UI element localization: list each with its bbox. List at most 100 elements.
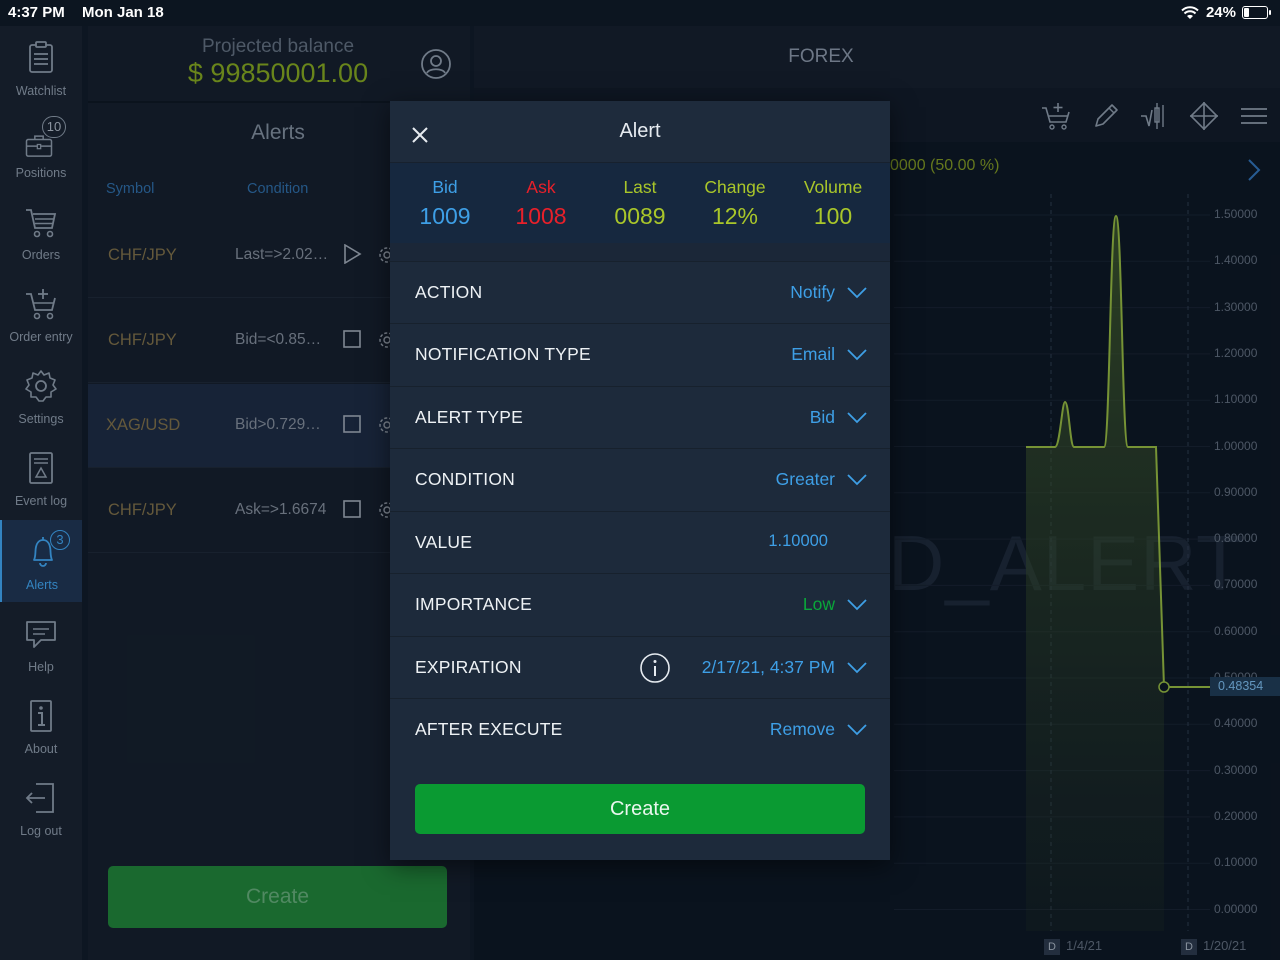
x-axis-day-box: D <box>1044 938 1060 955</box>
field-condition[interactable]: CONDITION Greater <box>390 448 890 510</box>
y-axis-tick-label: 0.10000 <box>1214 855 1258 870</box>
field-condition-label: CONDITION <box>415 469 515 489</box>
field-after-execute-label: AFTER EXECUTE <box>415 719 563 739</box>
quote-ask-value: 1008 <box>515 203 567 229</box>
y-axis-tick-label: 1.20000 <box>1214 345 1258 360</box>
quote-last-value: 0089 <box>614 203 666 229</box>
column-header-condition[interactable]: Condition <box>247 181 308 197</box>
app-root: 4:37 PM Mon Jan 18 24% Watchlist 10 Posi… <box>0 0 1280 960</box>
sidebar-label-about: About <box>24 742 58 756</box>
field-expiration-label: EXPIRATION <box>415 657 522 677</box>
field-action-label: ACTION <box>415 282 483 302</box>
sidebar-item-event-log[interactable]: Event log <box>0 436 82 518</box>
quote-change-label: Change <box>704 177 766 197</box>
field-notification-type[interactable]: NOTIFICATION TYPE Email <box>390 323 890 385</box>
y-axis-tick-label: 1.10000 <box>1214 392 1258 407</box>
field-action-value: Notify <box>790 282 835 302</box>
modal-header: Alert <box>390 101 890 163</box>
status-right: 24% <box>1180 4 1271 21</box>
sidebar-item-watchlist[interactable]: Watchlist <box>0 26 82 108</box>
field-value-label: VALUE <box>415 532 473 552</box>
sidebar-label-orders: Orders <box>21 248 61 262</box>
sidebar-label-positions: Positions <box>15 166 67 180</box>
field-expiration[interactable]: EXPIRATION 2/17/21, 4:37 PM <box>390 636 890 698</box>
field-notification-type-value: Email <box>791 344 835 364</box>
y-axis-tick-label: 1.00000 <box>1214 438 1258 453</box>
field-value-input[interactable]: 1.10000 <box>768 532 828 551</box>
sidebar-label-log-out: Log out <box>20 824 62 838</box>
status-bar: 4:37 PM Mon Jan 18 24% <box>0 0 1280 26</box>
battery-fill <box>1244 8 1249 17</box>
chevron-down-icon <box>847 724 867 736</box>
alert-condition: Bid=<0.85… <box>235 331 322 348</box>
alert-symbol: CHF/JPY <box>108 501 177 519</box>
column-header-symbol[interactable]: Symbol <box>106 181 154 197</box>
panel-create-button[interactable]: Create <box>108 866 447 928</box>
x-axis-day-box: D <box>1181 938 1197 955</box>
sidebar-item-settings[interactable]: Settings <box>0 354 82 436</box>
field-action[interactable]: ACTION Notify <box>390 261 890 323</box>
alert-condition: Bid>0.729… <box>235 416 321 433</box>
y-axis-tick-label: 1.30000 <box>1214 299 1258 314</box>
battery-percent: 24% <box>1205 4 1236 21</box>
current-price-tag: 0.48354 <box>1210 677 1280 696</box>
field-alert-type-label: ALERT TYPE <box>415 407 524 427</box>
sidebar-item-log-out[interactable]: Log out <box>0 766 82 848</box>
positions-badge: 10 <box>42 116 66 138</box>
event-log-icon <box>29 452 53 484</box>
play-icon[interactable] <box>342 244 362 264</box>
checkbox[interactable] <box>342 499 362 519</box>
sidebar-item-orders[interactable]: Orders <box>0 190 82 272</box>
alert-modal: Alert Bid 1009 Ask 1008 Last 0089 Change… <box>390 101 890 860</box>
quote-volume: Volume 100 <box>783 177 883 230</box>
quote-ask-label: Ask <box>526 177 556 197</box>
create-alert-button[interactable]: Create <box>415 784 865 834</box>
sidebar-label-alerts: Alerts <box>26 578 58 592</box>
price-area <box>1026 216 1164 931</box>
chevron-down-icon <box>847 349 867 361</box>
field-importance-value: Low <box>802 594 835 614</box>
chevron-down-icon <box>847 599 867 611</box>
y-axis-tick-label: 0.40000 <box>1214 716 1258 731</box>
gear-icon <box>25 370 57 402</box>
projected-balance-value: $ 99850001.00 <box>187 58 369 88</box>
chevron-down-icon <box>847 287 867 299</box>
y-axis-tick-label: 0.90000 <box>1214 484 1258 499</box>
sidebar-label-settings: Settings <box>18 412 64 426</box>
sidebar-item-positions[interactable]: 10 Positions <box>0 108 82 190</box>
field-value[interactable]: VALUE 1.10000 <box>390 511 890 573</box>
alert-condition: Last=>2.02… <box>235 246 329 263</box>
y-axis-tick-label: 1.50000 <box>1214 207 1258 221</box>
alert-symbol: CHF/JPY <box>108 246 177 264</box>
checkbox[interactable] <box>342 414 362 434</box>
user-profile-icon[interactable] <box>420 48 452 80</box>
field-importance[interactable]: IMPORTANCE Low <box>390 573 890 635</box>
quote-volume-value: 100 <box>813 203 853 229</box>
info-circle-icon[interactable] <box>639 652 671 684</box>
cart-icon <box>26 209 57 238</box>
x-axis-label: D 1/4/21 <box>1044 938 1102 955</box>
sidebar-item-alerts[interactable]: 3 Alerts <box>0 520 82 602</box>
alerts-badge: 3 <box>50 530 70 550</box>
quote-volume-label: Volume <box>803 177 863 197</box>
sidebar-label-help: Help <box>28 660 54 674</box>
sidebar-label-order-entry: Order entry <box>9 330 73 344</box>
sidebar-label-watchlist: Watchlist <box>15 84 67 98</box>
y-axis-tick-label: 0.60000 <box>1214 623 1258 638</box>
battery-icon <box>1242 6 1271 19</box>
field-after-execute-value: Remove <box>769 719 835 739</box>
quote-last: Last 0089 <box>590 177 690 230</box>
field-after-execute[interactable]: AFTER EXECUTE Remove <box>390 698 890 760</box>
y-axis-tick-label: 0.30000 <box>1214 762 1258 777</box>
sidebar-item-about[interactable]: About <box>0 684 82 766</box>
sidebar-item-help[interactable]: Help <box>0 602 82 684</box>
field-expiration-value: 2/17/21, 4:37 PM <box>701 657 835 677</box>
checkbox[interactable] <box>342 329 362 349</box>
chevron-down-icon <box>847 662 867 674</box>
last-price-point <box>1158 681 1170 693</box>
quote-bid: Bid 1009 <box>395 177 495 230</box>
quote-bid-label: Bid <box>432 177 458 197</box>
sidebar-item-order-entry[interactable]: Order entry <box>0 272 82 354</box>
x-axis-date: 1/4/21 <box>1066 938 1103 953</box>
field-alert-type[interactable]: ALERT TYPE Bid <box>390 386 890 448</box>
